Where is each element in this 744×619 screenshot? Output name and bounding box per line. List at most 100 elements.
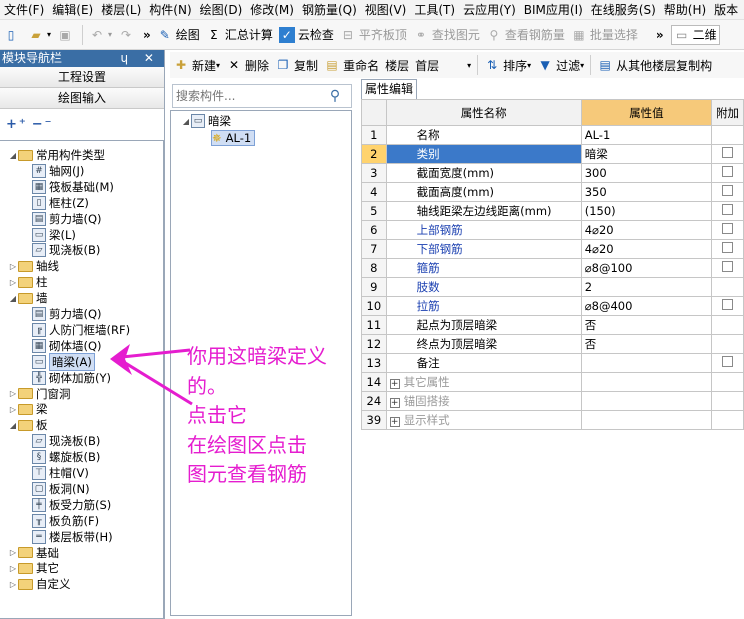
sort-button[interactable]: ⇅ 排序 ▾	[481, 53, 534, 77]
tree-item[interactable]: ▱ 现浇板(B)	[32, 433, 100, 449]
tree-folder[interactable]: ▷ 柱	[8, 274, 48, 290]
component-item-al1[interactable]: ✵ AL-1	[211, 130, 256, 146]
expand-toggle-icon[interactable]: ▷	[8, 580, 18, 589]
component-root-node[interactable]: ◢ ▭ 暗梁	[181, 113, 231, 129]
project-settings-button[interactable]: 工程设置	[0, 67, 164, 88]
menu-item[interactable]: BIM应用(I)	[520, 0, 587, 19]
tree-item[interactable]: ▱ 现浇板(B)	[32, 242, 100, 258]
tree-folder[interactable]: ▷ 梁	[8, 401, 48, 417]
property-row[interactable]: 11 起点为顶层暗梁 否	[361, 315, 744, 335]
tree-folder[interactable]: ▷ 轴线	[8, 258, 59, 274]
menu-item[interactable]: 编辑(E)	[48, 0, 97, 19]
property-value-cell[interactable]	[580, 372, 713, 392]
toolbar-overflow-button-2[interactable]: »	[653, 23, 667, 47]
property-value-cell[interactable]: 否	[580, 334, 713, 354]
property-value-cell[interactable]: 350	[580, 182, 713, 202]
property-value-cell[interactable]	[580, 353, 713, 373]
filter-button[interactable]: ▼ 过滤 ▾	[534, 53, 587, 77]
menu-item[interactable]: 版本	[710, 0, 742, 19]
expand-toggle-icon[interactable]: ▷	[8, 262, 18, 271]
menu-item[interactable]: 在线服务(S)	[587, 0, 660, 19]
undo-button[interactable]: ↶ ▾	[86, 23, 115, 47]
property-value-cell[interactable]: ⌀8@100	[580, 258, 713, 278]
search-icon[interactable]: ⚲	[323, 88, 347, 104]
menu-item[interactable]: 文件(F)	[0, 0, 48, 19]
property-row[interactable]: 9 肢数 2	[361, 277, 744, 297]
tree-folder[interactable]: ▷ 自定义	[8, 576, 71, 592]
expand-toggle-icon[interactable]: ▷	[8, 548, 18, 557]
expand-plus-icon[interactable]: +	[389, 379, 400, 389]
redo-button[interactable]: ↷	[115, 23, 140, 47]
property-row[interactable]: 39 + 显示样式	[361, 410, 744, 430]
tree-item[interactable]: ▤ 剪力墙(Q)	[32, 306, 102, 322]
menu-item[interactable]: 构件(N)	[145, 0, 195, 19]
cloud-check-button[interactable]: ✓ 云检查	[276, 23, 337, 47]
expand-toggle-icon[interactable]: ◢	[8, 151, 18, 160]
property-row[interactable]: 7 下部钢筋 4⌀20	[361, 239, 744, 259]
menu-item[interactable]: 视图(V)	[361, 0, 411, 19]
property-value-cell[interactable]: 300	[580, 163, 713, 183]
tree-item[interactable]: ╥ 板负筋(F)	[32, 513, 99, 529]
copy-from-other-floor-button[interactable]: ▤ 从其他楼层复制构	[594, 53, 715, 77]
view-mode-box[interactable]: ▭ 二维	[670, 24, 720, 45]
panel-pin-close-buttons[interactable]: ɥ ✕	[121, 50, 164, 67]
extra-checkbox[interactable]	[722, 299, 734, 310]
property-row[interactable]: 14 + 其它属性	[361, 372, 744, 392]
tab-property-edit[interactable]: 属性编辑	[361, 79, 417, 99]
property-value-cell[interactable]: ⌀8@400	[580, 296, 713, 316]
expand-toggle-icon[interactable]: ▷	[8, 564, 18, 573]
expand-plus-icon[interactable]: +	[389, 417, 400, 427]
floor-select[interactable]: 首层 ▾	[412, 53, 474, 77]
expand-toggle-icon[interactable]: ◢	[8, 421, 18, 430]
delete-component-button[interactable]: ✕ 删除	[223, 53, 272, 77]
property-row[interactable]: 5 轴线距梁左边线距离(mm) (150)	[361, 201, 744, 221]
property-value-cell[interactable]: 否	[580, 315, 713, 335]
collapse-all-icon[interactable]: −⁻	[32, 117, 54, 132]
property-row[interactable]: 13 备注	[361, 353, 744, 373]
property-value-cell[interactable]: 2	[580, 277, 713, 297]
draw-input-button[interactable]: 绘图输入	[0, 88, 164, 109]
property-row[interactable]: 24 + 锚固搭接	[361, 391, 744, 411]
tree-item[interactable]: ⊤ 柱帽(V)	[32, 465, 89, 481]
draw-button[interactable]: ✎ 绘图	[154, 23, 203, 47]
collapse-toggle-icon[interactable]: ◢	[181, 117, 191, 126]
new-component-button[interactable]: ✚ 新建 ▾	[170, 53, 223, 77]
property-value-cell[interactable]	[580, 391, 713, 411]
tree-item[interactable]: # 轴网(J)	[32, 163, 84, 179]
view-rebar-button[interactable]: ⚲ 查看钢筋量	[483, 23, 568, 47]
find-element-button[interactable]: ⚭ 查找图元	[410, 23, 483, 47]
extra-checkbox[interactable]	[722, 204, 734, 215]
expand-toggle-icon[interactable]: ▷	[8, 389, 18, 398]
tree-folder[interactable]: ◢ 板	[8, 417, 48, 433]
tree-item[interactable]: ▤ 剪力墙(Q)	[32, 211, 102, 227]
menu-item[interactable]: 帮助(H)	[660, 0, 710, 19]
extra-checkbox[interactable]	[722, 147, 734, 158]
expand-all-icon[interactable]: +⁺	[6, 117, 28, 132]
new-file-button[interactable]: ▯	[0, 23, 25, 47]
property-value-cell[interactable]: 暗梁	[580, 144, 713, 164]
tree-folder[interactable]: ▷ 门窗洞	[8, 386, 71, 402]
batch-select-button[interactable]: ▦ 批量选择	[568, 23, 641, 47]
menu-item[interactable]: 工具(T)	[410, 0, 459, 19]
tree-item[interactable]: ▦ 筏板基础(M)	[32, 179, 114, 195]
copy-component-button[interactable]: ❐ 复制	[272, 53, 321, 77]
property-row[interactable]: 8 箍筋 ⌀8@100	[361, 258, 744, 278]
tree-item[interactable]: ╪ 板受力筋(S)	[32, 497, 111, 513]
extra-checkbox[interactable]	[722, 166, 734, 177]
property-row[interactable]: 2 类别 暗梁	[361, 144, 744, 164]
property-row[interactable]: 3 截面宽度(mm) 300	[361, 163, 744, 183]
tree-item[interactable]: ▭ 梁(L)	[32, 227, 76, 243]
property-value-cell[interactable]	[580, 410, 713, 430]
sum-calc-button[interactable]: Σ 汇总计算	[203, 23, 276, 47]
expand-toggle-icon[interactable]: ▷	[8, 278, 18, 287]
tree-item[interactable]: ▯ 框柱(Z)	[32, 195, 89, 211]
property-value-cell[interactable]: (150)	[580, 201, 713, 221]
property-row[interactable]: 6 上部钢筋 4⌀20	[361, 220, 744, 240]
tree-item[interactable]: ▦ 砌体墙(Q)	[32, 338, 102, 354]
extra-checkbox[interactable]	[722, 223, 734, 234]
menu-item[interactable]: 云应用(Y)	[459, 0, 520, 19]
expand-toggle-icon[interactable]: ◢	[8, 294, 18, 303]
tree-item[interactable]: ▭ 暗梁(A)	[32, 352, 95, 371]
property-value-cell[interactable]: 4⌀20	[580, 220, 713, 240]
menu-item[interactable]: 楼层(L)	[97, 0, 145, 19]
